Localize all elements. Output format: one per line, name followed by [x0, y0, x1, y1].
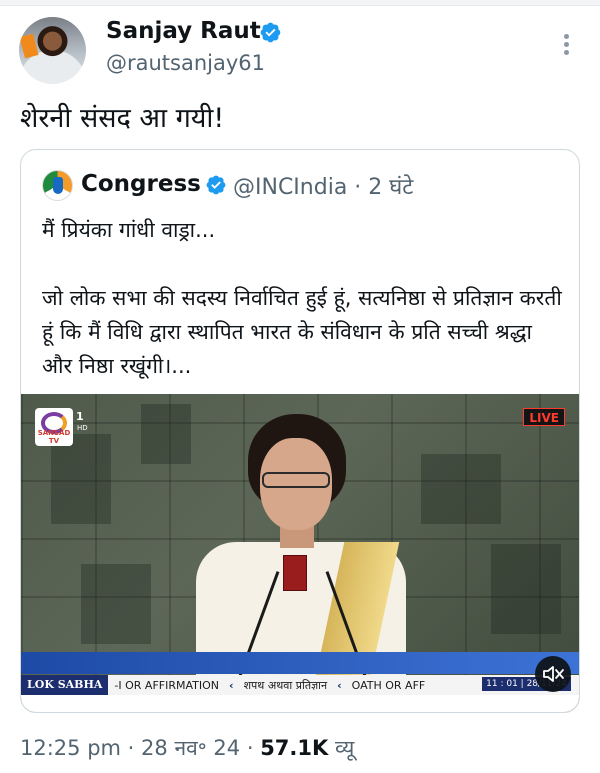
- constitution-book: [283, 555, 307, 591]
- quoted-text-body: जो लोक सभा की सदस्य निर्वाचित हुई हूं, स…: [42, 286, 562, 378]
- meta-separator: ·: [246, 736, 254, 760]
- tweet-time[interactable]: 12:25 pm: [20, 736, 121, 760]
- ticker-arrow: ‹: [229, 678, 234, 692]
- sansad-tv-logo: SANSAD TV: [35, 408, 73, 446]
- verified-badge-icon: [260, 22, 281, 43]
- news-ticker: LOK SABHA -I OR AFFIRMATION ‹ शपथ अथवा प…: [21, 675, 579, 695]
- channel-number: 1: [76, 410, 84, 423]
- verified-badge-icon: [206, 175, 226, 195]
- tweet-meta: 12:25 pm · 28 नव॰ 24 · 57.1K व्यू: [20, 734, 354, 762]
- tweet-text: शेरनी संसद आ गयी!: [20, 103, 225, 134]
- video-bottom-edge: [21, 695, 579, 712]
- author-avatar[interactable]: [19, 17, 86, 84]
- ticker-segment: OATH OR AFF: [351, 678, 426, 692]
- ticker-label: LOK SABHA: [21, 675, 109, 695]
- tweet-date[interactable]: 28 नव॰ 24: [141, 736, 240, 760]
- views-label: व्यू: [334, 736, 355, 760]
- lower-third-bar: [21, 652, 579, 674]
- ticker-segment: शपथ अथवा प्रतिज्ञान: [243, 678, 328, 692]
- author-name[interactable]: Sanjay Raut: [106, 18, 261, 44]
- congress-logo-avatar[interactable]: [42, 170, 73, 201]
- channel-hd: HD: [77, 424, 88, 432]
- quoted-author-name[interactable]: Congress: [81, 171, 201, 197]
- ticker-segment: -I OR AFFIRMATION: [114, 678, 220, 692]
- quoted-tweet-card[interactable]: Congress @INCIndia · 2 घंटे मैं प्रियंका…: [20, 149, 580, 713]
- more-options-icon[interactable]: [556, 32, 576, 58]
- views-count[interactable]: 57.1K: [260, 736, 328, 760]
- author-handle[interactable]: @rautsanjay61: [106, 51, 265, 75]
- mute-icon[interactable]: [535, 656, 571, 692]
- quoted-handle-time[interactable]: @INCIndia · 2 घंटे: [233, 171, 413, 201]
- ticker-arrow: ‹: [337, 678, 342, 692]
- live-badge: LIVE: [523, 408, 565, 426]
- video-player[interactable]: SANSAD TV 1 HD LIVE LOK SABHA -I OR AFFI…: [21, 394, 579, 712]
- meta-separator: ·: [127, 736, 135, 760]
- top-divider: [0, 0, 600, 6]
- quoted-text-line1: मैं प्रियंका गांधी वाड्रा...: [42, 218, 216, 242]
